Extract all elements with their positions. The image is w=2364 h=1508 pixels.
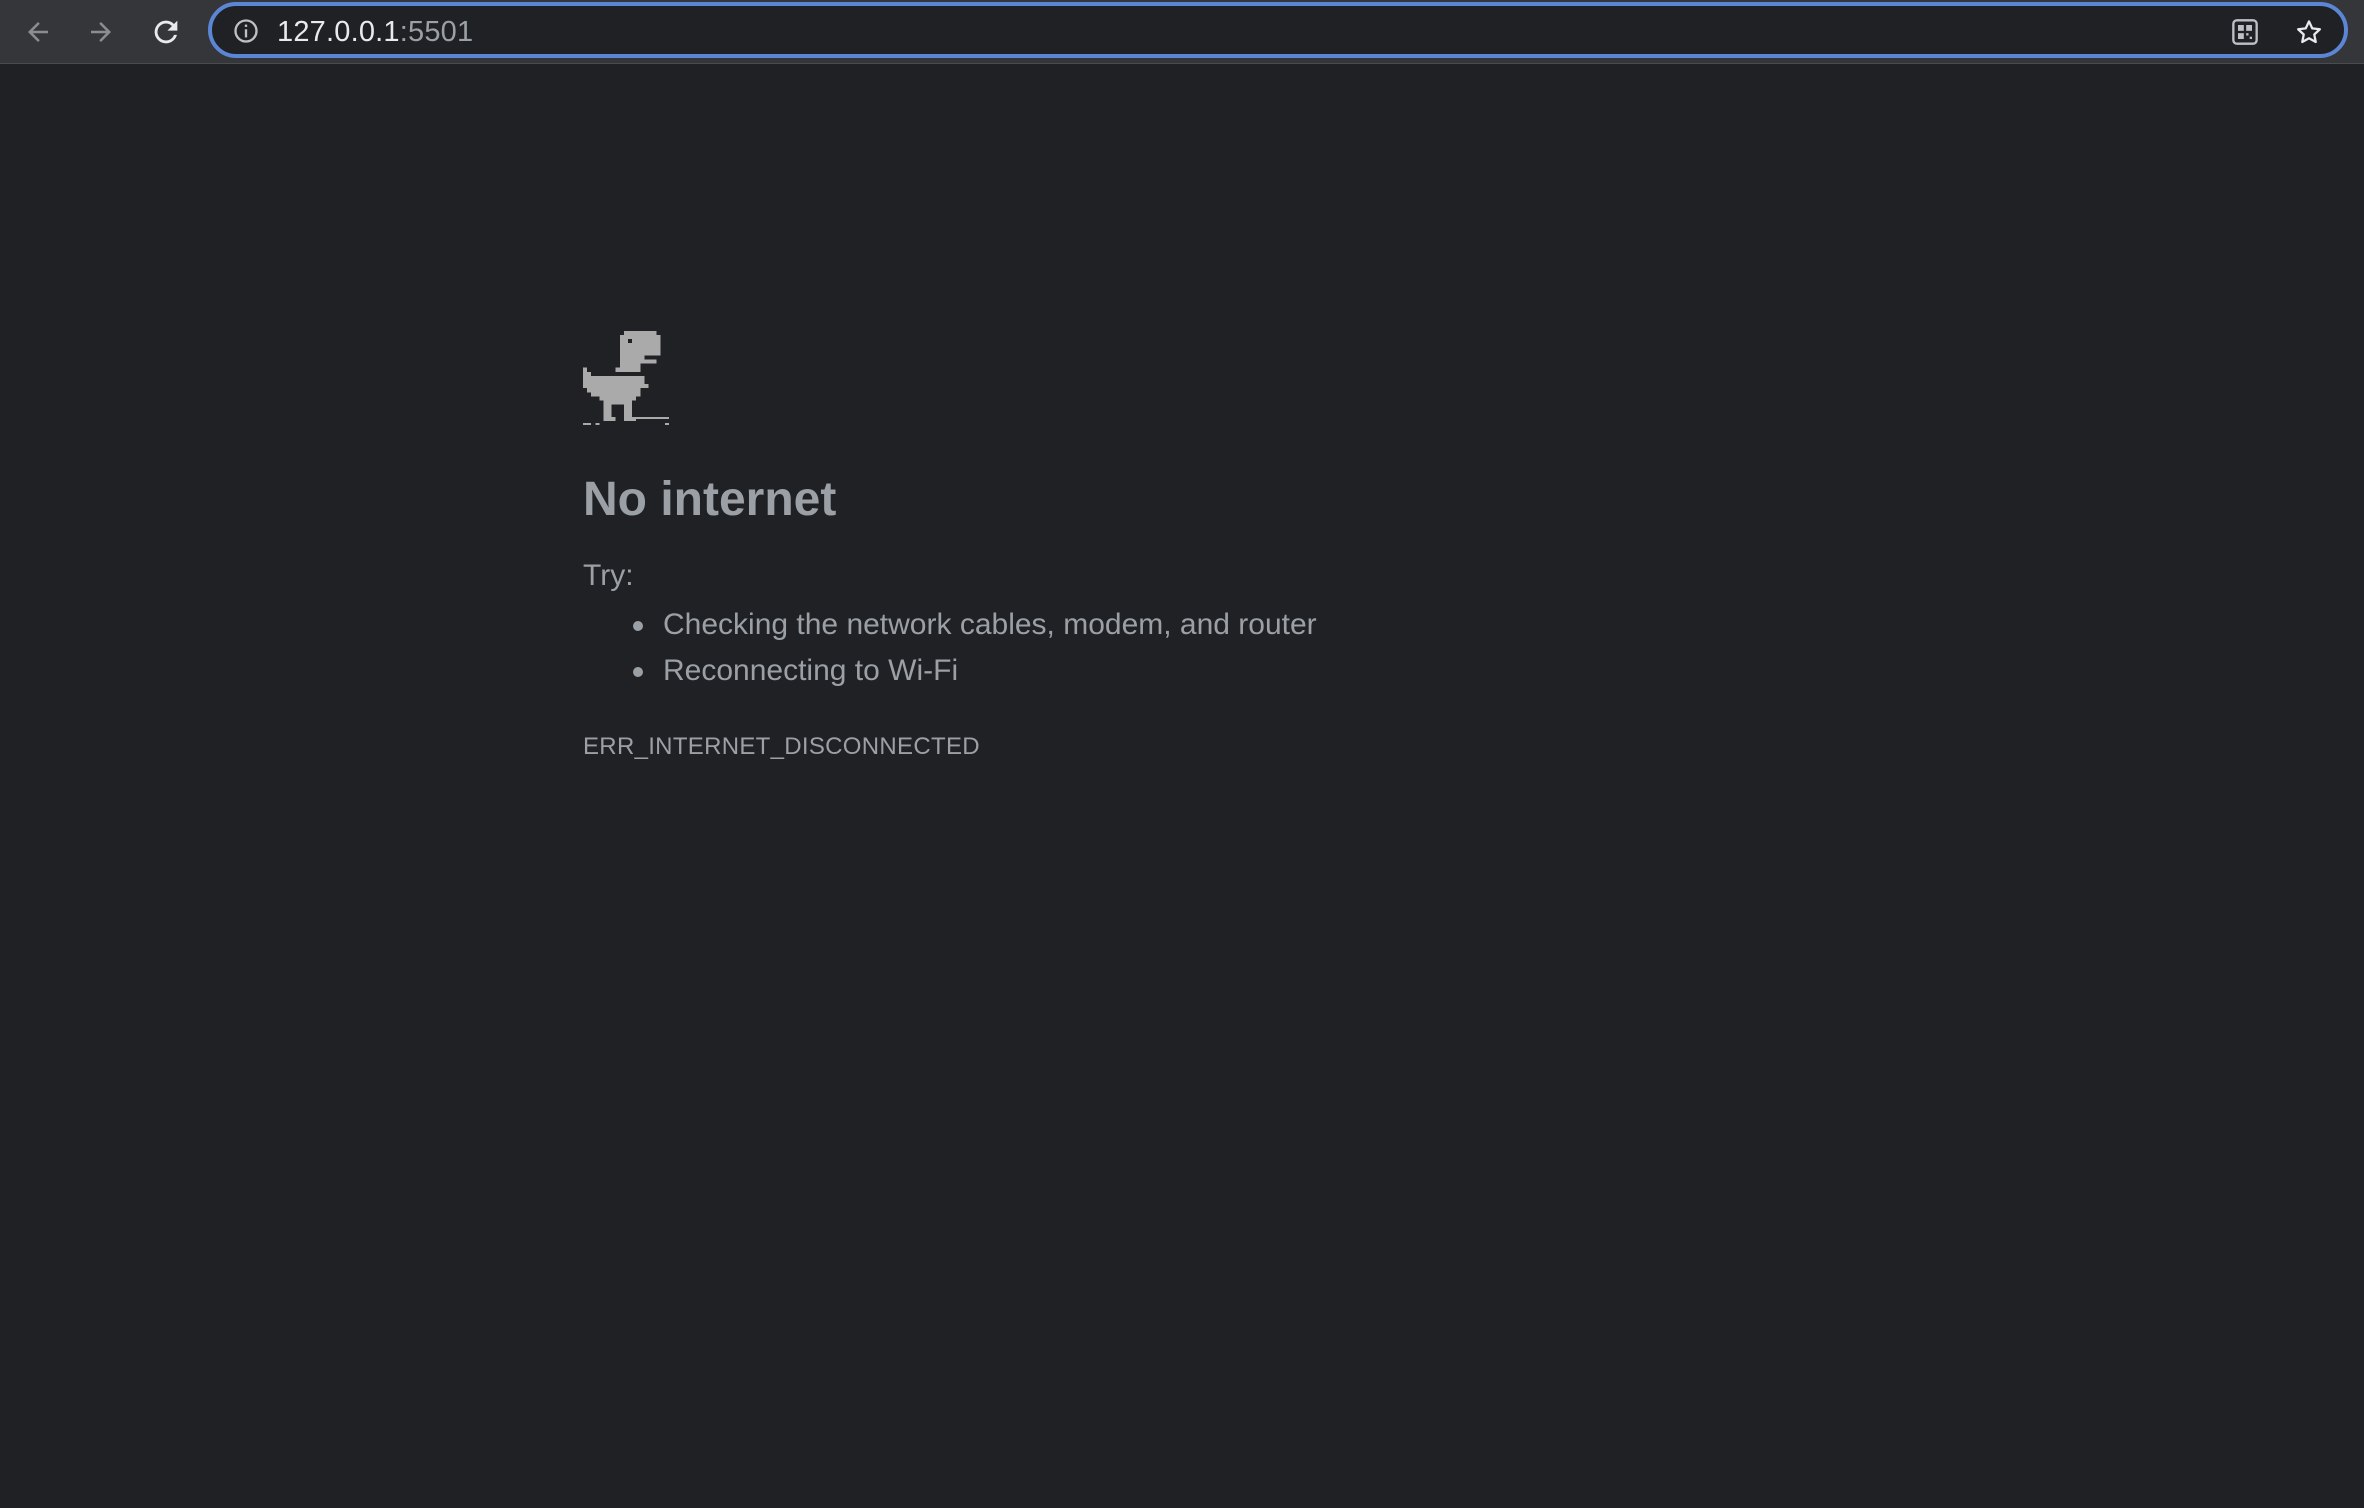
address-bar[interactable]: 127.0.0.1:5501 [208, 2, 2348, 58]
qr-code-button[interactable] [2227, 14, 2263, 50]
arrow-right-icon [91, 22, 111, 42]
arrow-left-icon [28, 22, 48, 42]
offline-dinosaur-icon [583, 330, 669, 425]
try-label: Try: [583, 559, 634, 592]
list-item: Reconnecting to Wi-Fi [633, 648, 1783, 694]
reload-icon [154, 20, 178, 44]
error-code: ERR_INTERNET_DISCONNECTED [583, 733, 980, 760]
back-button[interactable] [14, 8, 62, 56]
url-port: :5501 [399, 16, 474, 48]
page-title: No internet [583, 473, 837, 526]
reload-button[interactable] [142, 8, 190, 56]
star-icon [2297, 20, 2321, 44]
info-circle-icon [234, 19, 258, 43]
qr-code-icon [2232, 19, 2258, 45]
suggestion-list: Checking the network cables, modem, and … [583, 602, 1783, 694]
browser-toolbar: 127.0.0.1:5501 [0, 0, 2364, 64]
site-info-button[interactable] [232, 17, 260, 45]
url-host: 127.0.0.1 [277, 16, 400, 48]
url-text[interactable]: 127.0.0.1:5501 [277, 17, 473, 47]
error-page-content: No internet Try: Checking the network ca… [583, 330, 1783, 762]
forward-button[interactable] [77, 8, 125, 56]
bookmark-button[interactable] [2291, 14, 2327, 50]
list-item: Checking the network cables, modem, and … [633, 602, 1783, 648]
